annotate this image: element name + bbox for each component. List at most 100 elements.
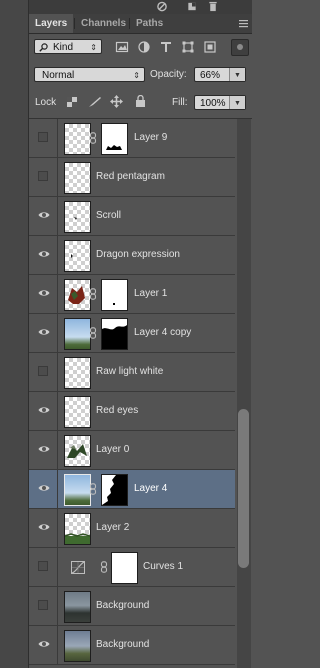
lock-transparent-pixels-icon[interactable]	[66, 96, 78, 108]
visibility-toggle[interactable]	[29, 431, 58, 469]
layer-name: Red eyes	[96, 405, 139, 416]
layer-row[interactable]: Red pentagram	[29, 158, 235, 197]
visibility-toggle[interactable]	[29, 275, 58, 313]
hidden-visibility-box	[38, 600, 48, 610]
layer-mask-thumbnail[interactable]	[101, 279, 128, 311]
layer-thumbnail[interactable]	[64, 591, 91, 623]
visibility-toggle[interactable]	[29, 470, 58, 508]
visibility-toggle[interactable]	[29, 197, 58, 235]
layer-row[interactable]: Layer 2	[29, 509, 235, 548]
layer-name: Raw light white	[96, 366, 164, 377]
layer-thumbnail[interactable]	[64, 240, 91, 272]
pixel-filter-icon[interactable]	[115, 40, 129, 54]
left-gutter	[0, 0, 29, 668]
eye-icon	[38, 485, 50, 491]
trash-icon[interactable]	[207, 1, 219, 12]
panel-menu-icon[interactable]	[239, 19, 248, 28]
shape-filter-icon[interactable]	[181, 40, 195, 54]
panel-tabs: Layers Channels Paths	[29, 14, 252, 34]
layer-thumbnail[interactable]	[64, 279, 91, 311]
layer-mask-thumbnail[interactable]	[111, 552, 138, 584]
type-filter-icon[interactable]	[159, 40, 173, 54]
visibility-toggle[interactable]	[29, 314, 58, 352]
layer-row[interactable]: Layer 1	[29, 275, 235, 314]
visibility-toggle[interactable]	[29, 119, 58, 157]
no-entry-icon[interactable]	[156, 1, 168, 12]
chevron-down-icon[interactable]: ▼	[229, 68, 245, 81]
lock-image-pixels-icon[interactable]	[88, 96, 102, 108]
filter-kind-select[interactable]: Kind ⇕	[34, 39, 102, 54]
link-chain-icon[interactable]	[89, 132, 97, 144]
visibility-toggle[interactable]	[29, 353, 58, 391]
layer-row[interactable]: Raw light white	[29, 353, 235, 392]
layer-row[interactable]: Layer 4 copy	[29, 314, 235, 353]
hidden-visibility-box	[38, 366, 48, 376]
tab-channels[interactable]: Channels	[75, 14, 132, 33]
layer-row[interactable]: Dragon expression	[29, 236, 235, 275]
visibility-toggle[interactable]	[29, 548, 58, 586]
layer-row[interactable]: Red eyes	[29, 392, 235, 431]
layer-name: Dragon expression	[96, 249, 180, 260]
layer-row[interactable]: Scroll	[29, 197, 235, 236]
layer-mask-thumbnail[interactable]	[101, 474, 128, 506]
opacity-value: 66%	[200, 70, 221, 81]
link-chain-icon[interactable]	[89, 483, 97, 495]
link-chain-icon[interactable]	[89, 327, 97, 339]
smart-object-filter-icon[interactable]	[203, 40, 217, 54]
layer-name: Layer 4 copy	[134, 327, 192, 338]
fill-input[interactable]: 100% ▼	[194, 95, 246, 110]
layer-thumbnail[interactable]	[64, 513, 91, 545]
layer-row[interactable]: Layer 0	[29, 431, 235, 470]
visibility-toggle[interactable]	[29, 236, 58, 274]
layer-name: Layer 9	[134, 132, 168, 143]
visibility-toggle[interactable]	[29, 392, 58, 430]
layer-thumbnail[interactable]	[64, 630, 91, 662]
visibility-toggle[interactable]	[29, 158, 58, 196]
new-layer-icon[interactable]	[186, 1, 198, 12]
eye-icon	[38, 641, 50, 647]
layer-name: Layer 1	[134, 288, 168, 299]
filter-toggle-button[interactable]	[231, 39, 249, 56]
adjustment-filter-icon[interactable]	[137, 40, 151, 54]
layer-row[interactable]: Layer 4	[29, 470, 235, 509]
chevron-down-icon[interactable]: ▼	[229, 96, 245, 109]
visibility-toggle[interactable]	[29, 626, 58, 664]
tab-paths[interactable]: Paths	[130, 14, 169, 33]
layer-mask-thumbnail[interactable]	[101, 123, 128, 155]
panel-top-strip	[29, 0, 252, 14]
layer-thumbnail[interactable]	[64, 435, 91, 467]
layer-row[interactable]: Background	[29, 626, 235, 665]
layer-thumbnail[interactable]	[64, 201, 91, 233]
layer-name: Layer 2	[96, 522, 130, 533]
lock-position-icon[interactable]	[110, 95, 123, 108]
layer-name: Layer 0	[96, 444, 130, 455]
filter-kind-label: Kind	[53, 42, 74, 53]
layer-thumbnail[interactable]	[64, 123, 91, 155]
opacity-input[interactable]: 66% ▼	[194, 67, 246, 82]
link-chain-icon[interactable]	[89, 288, 97, 300]
link-chain-icon[interactable]	[100, 561, 108, 573]
blend-mode-select[interactable]: Normal ⇕	[34, 67, 145, 82]
layer-row[interactable]: Background	[29, 587, 235, 626]
layer-thumbnail[interactable]	[64, 396, 91, 428]
blend-mode-value: Normal	[42, 70, 75, 81]
layer-name: Layer 4	[134, 483, 168, 494]
curves-adjustment-icon	[71, 561, 85, 574]
layer-thumbnail[interactable]	[64, 357, 91, 389]
visibility-toggle[interactable]	[29, 587, 58, 625]
layer-thumbnail[interactable]	[64, 318, 91, 350]
chevron-updown-icon: ⇕	[90, 43, 97, 52]
scrollbar-track[interactable]	[237, 119, 251, 668]
eye-icon	[38, 290, 50, 296]
layer-thumbnail[interactable]	[64, 474, 91, 506]
lock-all-icon[interactable]	[135, 95, 146, 108]
layer-thumbnail[interactable]	[64, 162, 91, 194]
lock-label: Lock	[35, 97, 57, 108]
layer-mask-thumbnail[interactable]	[101, 318, 128, 350]
eye-icon	[38, 446, 50, 452]
tab-layers[interactable]: Layers	[29, 14, 74, 33]
scrollbar-thumb[interactable]	[238, 409, 249, 568]
layer-row[interactable]: Curves 1	[29, 548, 235, 587]
visibility-toggle[interactable]	[29, 509, 58, 547]
layer-row[interactable]: Layer 9	[29, 119, 235, 158]
